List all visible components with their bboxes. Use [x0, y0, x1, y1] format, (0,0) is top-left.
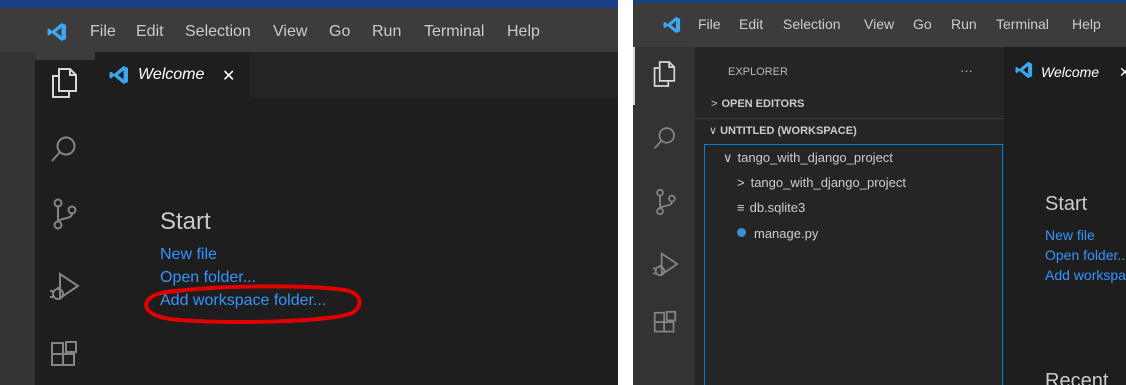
recent-heading: Recent: [1045, 370, 1109, 385]
menu-view[interactable]: View: [864, 16, 894, 32]
tree-item-folder[interactable]: ∨ tango_with_django_project: [723, 150, 893, 166]
source-control-icon[interactable]: [52, 198, 78, 230]
right-screenshot: File Edit Selection View Go Run Terminal…: [633, 0, 1126, 385]
open-editors-section[interactable]: > OPEN EDITORS: [711, 98, 804, 110]
annotation-circle: [144, 284, 362, 324]
start-heading: Start: [1045, 193, 1088, 215]
chevron-down-icon: ∨: [709, 125, 718, 137]
vscode-logo-icon: [1015, 61, 1033, 79]
active-indicator: [633, 47, 635, 105]
menu-run[interactable]: Run: [951, 16, 977, 32]
tab-label: Welcome: [138, 66, 205, 83]
menu-selection[interactable]: Selection: [783, 16, 841, 32]
extensions-icon[interactable]: [653, 310, 677, 336]
workspace-section[interactable]: ∨ UNTITLED (WORKSPACE): [709, 124, 857, 137]
extensions-icon[interactable]: [50, 340, 78, 370]
start-heading: Start: [160, 208, 211, 235]
title-bar: File Edit Selection View Go Run Terminal…: [633, 0, 1126, 47]
menu-go[interactable]: Go: [913, 16, 932, 32]
run-debug-icon[interactable]: [653, 250, 679, 278]
menu-help[interactable]: Help: [1072, 16, 1101, 32]
chevron-down-icon: ∨: [723, 150, 733, 165]
menu-file[interactable]: File: [698, 16, 721, 32]
menu-view[interactable]: View: [273, 23, 307, 41]
run-debug-icon[interactable]: [50, 270, 80, 302]
menu-terminal[interactable]: Terminal: [424, 23, 484, 41]
tree-item-subfolder[interactable]: > tango_with_django_project: [737, 175, 906, 190]
search-icon[interactable]: [653, 126, 677, 150]
menu-edit[interactable]: Edit: [739, 16, 763, 32]
vscode-logo-icon: [109, 66, 128, 84]
chevron-right-icon: >: [737, 175, 745, 190]
menu-run[interactable]: Run: [372, 23, 401, 41]
tab-label: Welcome: [1041, 64, 1100, 80]
vscode-logo-icon: [47, 23, 66, 41]
close-icon[interactable]: ✕: [1119, 64, 1126, 81]
tree-item-file[interactable]: ≡ db.sqlite3: [737, 200, 805, 215]
search-icon[interactable]: [50, 135, 78, 163]
left-screenshot: File Edit Selection View Go Run Terminal…: [0, 0, 618, 385]
add-workspace-folder-link[interactable]: Add workspace folder...: [1045, 267, 1126, 283]
file-text-icon: ≡: [737, 200, 745, 215]
new-file-link[interactable]: New file: [160, 246, 217, 264]
python-file-icon: [737, 228, 746, 237]
menu-help[interactable]: Help: [507, 23, 540, 41]
vscode-logo-icon: [663, 16, 681, 34]
chevron-right-icon: >: [711, 98, 718, 110]
title-bar: File Edit Selection View Go Run Terminal…: [0, 0, 618, 60]
open-folder-link[interactable]: Open folder...: [1045, 247, 1126, 263]
menu-go[interactable]: Go: [329, 23, 350, 41]
explorer-title: EXPLORER: [728, 66, 788, 78]
menu-edit[interactable]: Edit: [136, 23, 164, 41]
files-icon[interactable]: [652, 60, 676, 88]
more-actions-icon[interactable]: ···: [960, 63, 973, 78]
tree-item-file[interactable]: manage.py: [737, 226, 818, 241]
source-control-icon[interactable]: [655, 188, 677, 216]
menu-selection[interactable]: Selection: [185, 23, 251, 41]
menu-file[interactable]: File: [90, 23, 116, 41]
new-file-link[interactable]: New file: [1045, 227, 1095, 243]
activity-bar: [0, 52, 35, 385]
tab-welcome[interactable]: Welcome ✕: [95, 52, 250, 98]
tab-welcome[interactable]: Welcome ✕: [1004, 47, 1126, 95]
close-icon[interactable]: ✕: [222, 66, 235, 86]
section-divider: [695, 118, 1004, 119]
menu-terminal[interactable]: Terminal: [996, 16, 1049, 32]
files-icon[interactable]: [50, 67, 78, 99]
